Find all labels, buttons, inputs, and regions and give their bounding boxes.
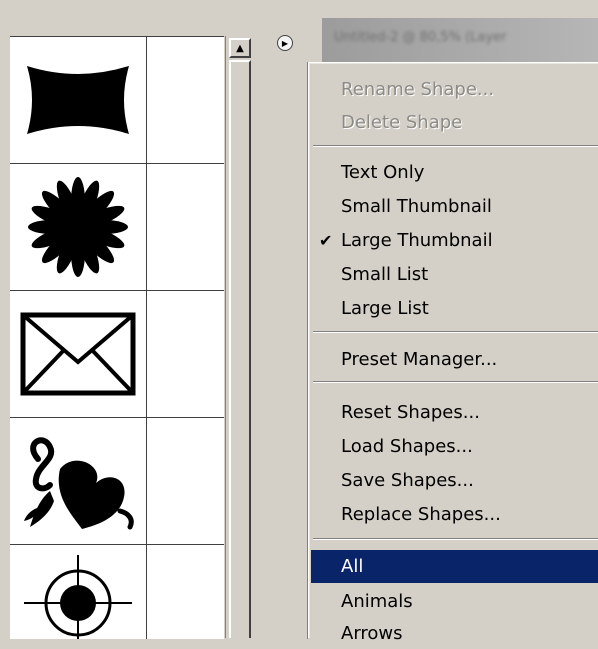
menu-item-rename-shape: Rename Shape... — [341, 79, 495, 100]
menu-item-small-list[interactable]: Small List — [311, 260, 598, 290]
triangle-right-icon: ▶ — [281, 38, 289, 48]
envelope-shape-icon — [20, 312, 136, 396]
shape-picker-panel: ▲ — [0, 0, 262, 639]
menu-item-load-shapes[interactable]: Load Shapes... — [311, 432, 598, 462]
shape-cell-empty — [147, 545, 224, 639]
menu-item-preset-manager[interactable]: Preset Manager... — [311, 345, 598, 375]
checkmark-icon: ✔ — [319, 231, 333, 250]
shape-grid — [10, 36, 224, 639]
scroll-thumb[interactable] — [229, 60, 251, 638]
menu-item-all[interactable]: All — [311, 550, 598, 583]
shape-thumbnail-target[interactable] — [10, 545, 146, 639]
shape-cell-empty — [147, 37, 224, 164]
shape-options-menu: Rename Shape... Delete Shape Text Only S… — [307, 62, 598, 644]
menu-separator — [313, 538, 598, 540]
menu-item-reset-shapes[interactable]: Reset Shapes... — [311, 398, 598, 428]
target-shape-icon — [24, 555, 132, 639]
menu-item-arrows[interactable]: Arrows — [311, 619, 598, 649]
menu-item-replace-shapes[interactable]: Replace Shapes... — [311, 500, 598, 530]
menu-item-save-shapes[interactable]: Save Shapes... — [311, 466, 598, 496]
triangle-up-icon: ▲ — [236, 42, 244, 54]
heart-leaf-shape-icon — [24, 437, 134, 530]
menu-item-text-only[interactable]: Text Only — [311, 158, 598, 188]
menu-separator — [313, 381, 598, 383]
banner-shape-icon — [27, 66, 129, 134]
menu-separator — [313, 145, 598, 147]
vertical-scrollbar[interactable]: ▲ — [225, 36, 255, 638]
stage: ▲ ▶ Untitled-2 @ 80,5% (Layer Rename Sha… — [0, 0, 598, 644]
menu-item-animals[interactable]: Animals — [311, 587, 598, 617]
shape-cell-empty — [147, 291, 224, 418]
menu-item-large-thumbnail[interactable]: ✔ Large Thumbnail — [311, 226, 598, 256]
menu-item-small-thumbnail[interactable]: Small Thumbnail — [311, 192, 598, 222]
menu-item-delete-shape: Delete Shape — [341, 112, 463, 133]
menu-item-large-list[interactable]: Large List — [311, 294, 598, 324]
document-title-bar: Untitled-2 @ 80,5% (Layer — [322, 18, 598, 62]
menu-separator — [313, 331, 598, 333]
shape-cell-empty — [147, 164, 224, 291]
shape-thumbnail-heart-leaf[interactable] — [10, 418, 146, 545]
shape-thumbnail-envelope[interactable] — [10, 291, 146, 418]
shape-thumbnail-starburst[interactable] — [10, 164, 146, 291]
panel-menu-button[interactable]: ▶ — [277, 35, 293, 51]
shape-thumbnail-banner[interactable] — [10, 37, 146, 164]
starburst-shape-icon — [28, 177, 128, 277]
shape-cell-empty — [147, 418, 224, 545]
document-title: Untitled-2 @ 80,5% (Layer — [334, 30, 507, 45]
scroll-up-button[interactable]: ▲ — [229, 38, 251, 58]
